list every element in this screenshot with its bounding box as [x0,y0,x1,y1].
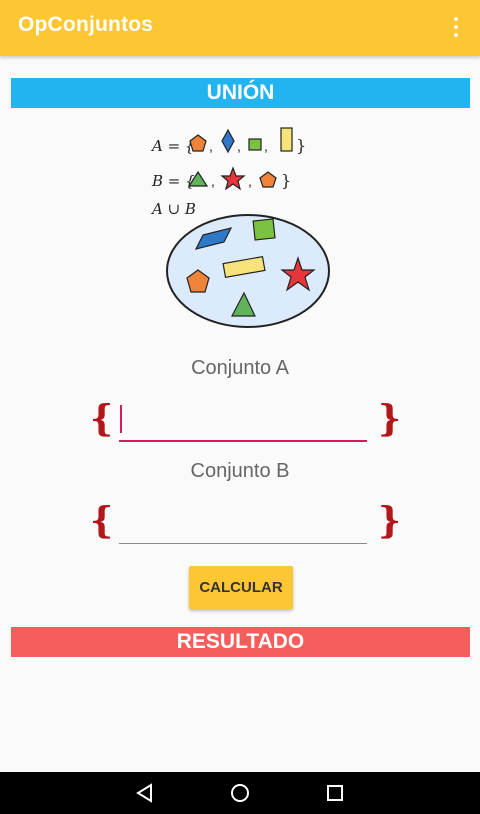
app-bar: OpConjuntos [0,0,480,56]
app-title: OpConjuntos [18,13,154,36]
yellow-rectangle-icon [280,127,293,152]
navigation-bar [0,772,480,814]
svg-text:}: } [296,136,306,155]
back-icon[interactable] [115,772,175,814]
conjunto-a-label: Conjunto A [191,357,289,379]
open-brace-b: { [90,500,114,542]
union-illustration: A = { , , , } B = { , , } A ∪ B [150,127,330,328]
open-brace-a: { [90,398,114,440]
conjunto-a-input[interactable] [119,402,367,442]
red-star-icon [220,166,246,191]
svg-text:,: , [211,173,215,189]
close-brace-b: } [378,500,402,542]
conjunto-b-input[interactable] [119,505,367,544]
calcular-button[interactable]: CALCULAR [189,566,293,609]
set-b-label: B = { [151,172,195,190]
svg-text:}: } [281,171,291,190]
union-header: UNIÓN [11,78,470,108]
close-brace-a: } [378,398,402,440]
orange-pentagon-b-icon [259,171,277,188]
set-a-label: A = { [150,137,195,155]
svg-text:,: , [209,138,213,154]
green-square-shape [252,218,276,241]
text-cursor [120,405,122,433]
svg-text:,: , [264,138,268,154]
result-header: RESULTADO [11,627,470,657]
overflow-menu-icon[interactable] [446,12,466,42]
svg-text:,: , [237,138,241,154]
green-square-icon [248,138,262,151]
conjunto-b-label: Conjunto B [190,460,290,482]
blue-rhombus-icon [221,128,235,154]
union-label: A ∪ B [150,200,196,218]
recents-icon[interactable] [305,772,365,814]
svg-text:,: , [248,173,252,189]
home-icon[interactable] [210,772,270,814]
